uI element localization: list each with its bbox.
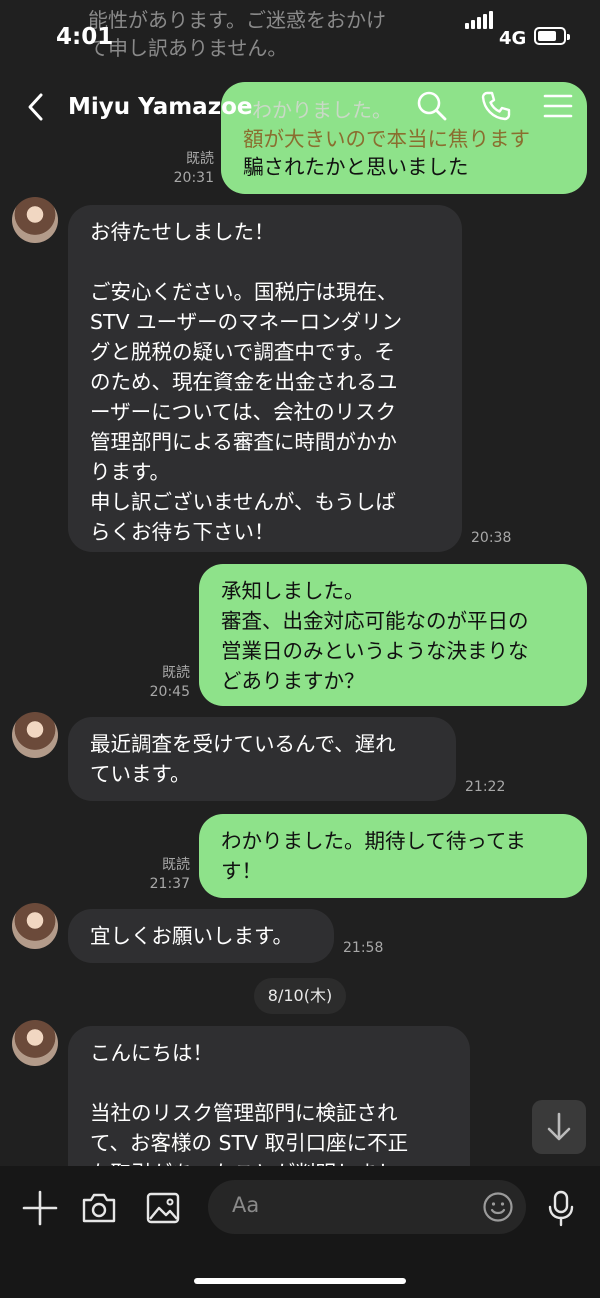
avatar[interactable] [12, 197, 58, 243]
home-indicator[interactable] [194, 1278, 406, 1284]
message-bubble-outgoing: 承知しました。 審査、出金対応可能なのが平日の 営業日のみというような決まりな … [199, 564, 587, 706]
scroll-down-button[interactable] [532, 1100, 586, 1154]
search-icon[interactable] [414, 88, 450, 124]
arrow-down-icon [547, 1112, 571, 1141]
message-text: 最近調査を受けているんで、遅れ ています。 [90, 732, 396, 786]
message-meta: 既読 20:45 [136, 664, 190, 702]
message-text: 騙されたかと思いました [243, 155, 469, 179]
message-input[interactable]: Aa [208, 1180, 526, 1234]
message-bubble-incoming: お待たせしました！ ご安心ください。国税庁は現在、 STV ユーザーのマネーロン… [68, 205, 462, 552]
read-receipt: 既読 [186, 151, 214, 167]
camera-icon[interactable] [79, 1188, 119, 1228]
message-bubble-incoming: 最近調査を受けているんで、遅れ ています。 [68, 717, 456, 801]
message-meta: 既読 21:37 [136, 856, 190, 894]
message-time: 21:22 [465, 779, 506, 795]
avatar[interactable] [12, 1020, 58, 1066]
message-text: お待たせしました！ ご安心ください。国税庁は現在、 STV ユーザーのマネーロン… [90, 220, 403, 544]
network-label: 4G [499, 28, 527, 49]
message-time: 20:38 [471, 530, 512, 546]
message-meta: 既読 20:31 [160, 150, 214, 188]
message-bubble-incoming: 宜しくお願いします。 [68, 909, 334, 963]
message-bubble-incoming: こんにちは！ 当社のリスク管理部門に検証され て、お客様の STV 取引口座に不… [68, 1026, 470, 1186]
message-input-placeholder: Aa [232, 1193, 260, 1217]
read-receipt: 既読 [162, 857, 190, 873]
date-separator: 8/10(木) [254, 978, 346, 1014]
message-time: 21:37 [149, 876, 190, 892]
emoji-icon[interactable] [482, 1191, 514, 1223]
mic-icon[interactable] [541, 1188, 581, 1228]
message-text: 宜しくお願いします。 [90, 924, 293, 948]
status-bar: 4:01 4G [0, 0, 600, 78]
message-time: 20:31 [173, 170, 214, 186]
plus-icon[interactable] [20, 1188, 60, 1228]
message-time: 21:58 [343, 940, 384, 956]
avatar[interactable] [12, 712, 58, 758]
chat-title[interactable]: Miyu Yamazoe [68, 94, 252, 120]
avatar[interactable] [12, 903, 58, 949]
ghost-text: わかりました。 [252, 98, 392, 122]
read-receipt: 既読 [162, 665, 190, 681]
chevron-left-icon[interactable] [22, 90, 52, 124]
message-text: 承知しました。 審査、出金対応可能なのが平日の 営業日のみというような決まりな … [221, 579, 529, 693]
message-bubble-outgoing: わかりました。期待して待ってま す！ [199, 814, 587, 898]
battery-icon [534, 27, 570, 45]
image-icon[interactable] [143, 1188, 183, 1228]
message-time: 20:45 [149, 684, 190, 700]
status-time: 4:01 [56, 24, 114, 50]
message-text: わかりました。期待して待ってま す！ [221, 829, 526, 883]
menu-icon[interactable] [540, 88, 576, 124]
phone-icon[interactable] [478, 88, 514, 124]
